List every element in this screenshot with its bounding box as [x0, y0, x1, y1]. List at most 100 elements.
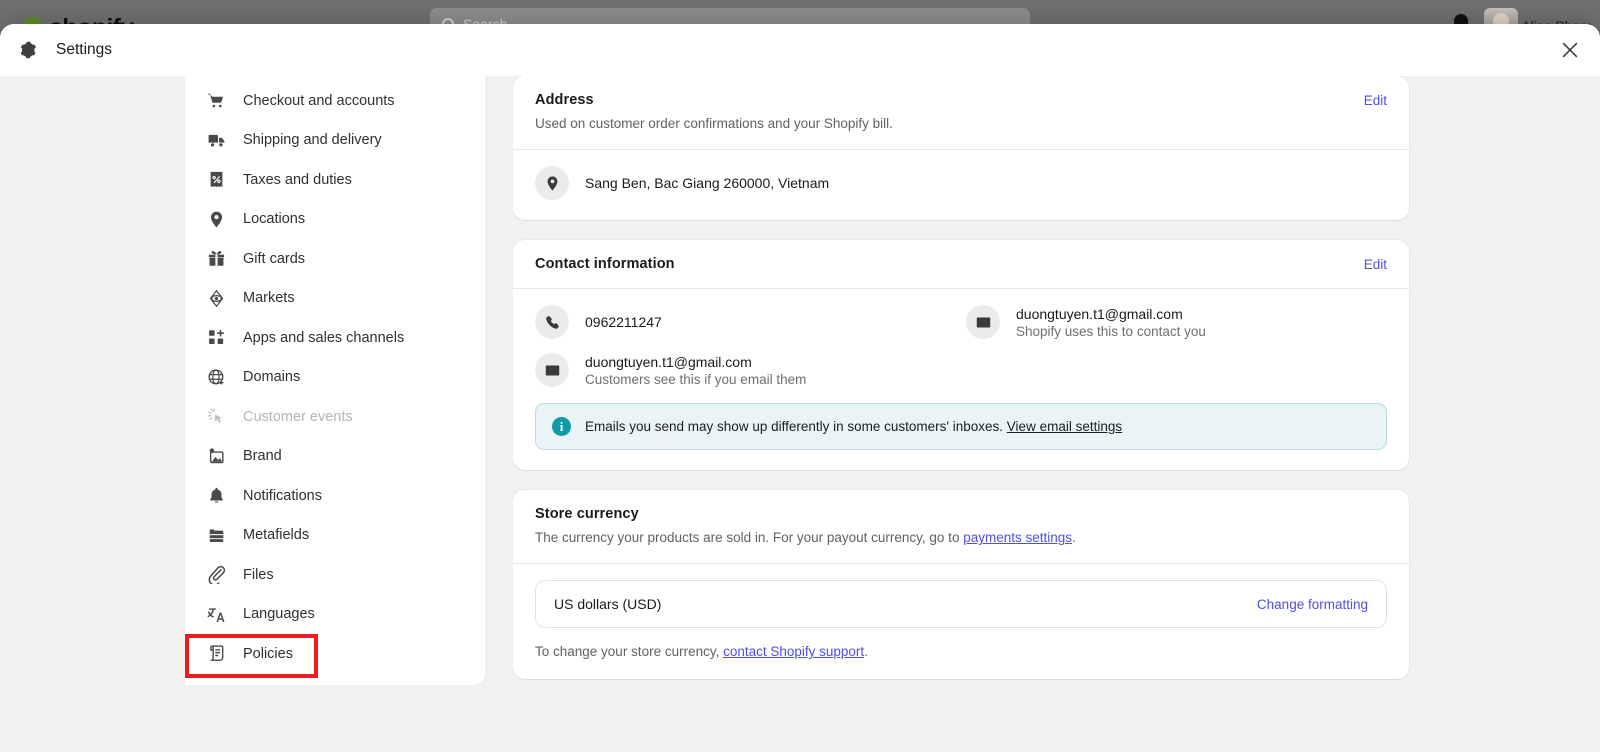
sidebar-item-metafields[interactable]: Metafields — [185, 516, 485, 556]
address-text: Sang Ben, Bac Giang 260000, Vietnam — [585, 175, 829, 191]
contact-sender-email-text: duongtuyen.t1@gmail.com Customers see th… — [585, 354, 806, 387]
currency-value: US dollars (USD) — [554, 596, 662, 613]
sidebar-item-label: Locations — [243, 211, 306, 228]
contact-grid-filler — [966, 353, 1387, 387]
sidebar-item-label: Policies — [243, 645, 293, 662]
sidebar-item-label: Gift cards — [243, 250, 306, 267]
sidebar-item-gift-cards[interactable]: Gift cards — [185, 239, 485, 279]
sidebar-item-markets[interactable]: Markets — [185, 279, 485, 319]
close-icon[interactable] — [1554, 34, 1586, 66]
address-edit-link[interactable]: Edit — [1364, 93, 1387, 108]
contact-shopify-support-link[interactable]: contact Shopify support — [723, 644, 864, 659]
currency-value-box: US dollars (USD) Change formatting — [535, 580, 1387, 629]
translate-icon — [206, 604, 226, 624]
sidebar-item-label: Taxes and duties — [243, 171, 352, 188]
sidebar-item-label: Languages — [243, 606, 315, 623]
phone-icon — [535, 305, 569, 340]
envelope-icon — [966, 305, 1000, 340]
info-icon: i — [552, 417, 571, 437]
currency-card-body: US dollars (USD) Change formatting To ch… — [513, 564, 1409, 679]
sidebar-item-shipping-and-delivery[interactable]: Shipping and delivery — [185, 121, 485, 161]
shopping-cart-icon — [206, 91, 226, 111]
tax-receipt-icon — [206, 170, 226, 190]
contact-row-phone: 0962211247 — [535, 305, 956, 340]
contact-card-body: 0962211247 duongtuyen.t1@gmail.com Shopi… — [513, 289, 1409, 470]
address-value: Sang Ben, Bac Giang 260000, Vietnam — [585, 175, 830, 192]
settings-modal: Settings Checkout and accounts Shipping a… — [0, 24, 1600, 752]
sidebar-item-label: Apps and sales channels — [243, 329, 405, 346]
sidebar-item-taxes-and-duties[interactable]: Taxes and duties — [185, 160, 485, 200]
settings-sidebar: Checkout and accounts Shipping and delive… — [185, 76, 485, 685]
contact-entries: 0962211247 duongtuyen.t1@gmail.com Shopi… — [535, 305, 1387, 388]
sidebar-item-label: Notifications — [243, 487, 322, 504]
globe-target-icon — [206, 288, 226, 308]
banner-text: Emails you send may show up differently … — [585, 419, 1122, 434]
sidebar-item-customer-events: Customer events — [185, 397, 485, 437]
contact-row-sender-email: duongtuyen.t1@gmail.com Customers see th… — [535, 353, 956, 388]
image-brand-icon — [206, 446, 226, 466]
envelope-icon — [535, 353, 569, 388]
apps-grid-plus-icon — [206, 328, 226, 348]
address-card: Address Used on customer order confirmat… — [513, 76, 1409, 221]
contact-edit-link[interactable]: Edit — [1364, 257, 1387, 272]
sidebar-item-checkout-and-accounts[interactable]: Checkout and accounts — [185, 81, 485, 121]
sidebar-item-label: Checkout and accounts — [243, 92, 395, 109]
modal-header: Settings — [0, 24, 1600, 76]
view-email-settings-link[interactable]: View email settings — [1007, 419, 1122, 434]
sidebar-item-label: Files — [243, 566, 274, 583]
contact-account-email-value: duongtuyen.t1@gmail.com — [1016, 305, 1183, 322]
sidebar-item-label: Customer events — [243, 408, 353, 425]
sidebar-item-notifications[interactable]: Notifications — [185, 476, 485, 516]
sidebar-item-files[interactable]: Files — [185, 555, 485, 595]
scroll-document-icon — [206, 644, 226, 664]
sidebar-item-label: Markets — [243, 290, 295, 307]
email-deliverability-banner: i Emails you send may show up differentl… — [535, 403, 1387, 451]
currency-note-after: . — [864, 644, 868, 660]
modal-body: Checkout and accounts Shipping and delive… — [0, 76, 1600, 752]
sidebar-item-label: Brand — [243, 448, 282, 465]
change-formatting-link[interactable]: Change formatting — [1257, 597, 1368, 612]
sidebar-item-apps-and-sales-channels[interactable]: Apps and sales channels — [185, 318, 485, 358]
sidebar-item-languages[interactable]: Languages — [185, 595, 485, 635]
contact-sender-email-value: duongtuyen.t1@gmail.com — [585, 353, 752, 370]
sidebar-item-label: Metafields — [243, 527, 310, 544]
location-pin-icon — [206, 209, 226, 229]
banner-message: Emails you send may show up differently … — [585, 419, 1004, 435]
contact-account-email-text: duongtuyen.t1@gmail.com Shopify uses thi… — [1016, 306, 1206, 339]
address-row: Sang Ben, Bac Giang 260000, Vietnam — [535, 166, 1387, 201]
currency-subtitle-before: The currency your products are sold in. … — [535, 530, 964, 546]
bell-icon — [206, 486, 226, 506]
currency-card-title: Store currency — [535, 506, 639, 523]
contact-phone-text: 0962211247 — [585, 314, 662, 330]
currency-support-note: To change your store currency, contact S… — [535, 644, 1387, 659]
address-card-title: Address — [535, 92, 594, 108]
sidebar-item-locations[interactable]: Locations — [185, 200, 485, 240]
contact-information-card: Contact information Edit 0962211247 duon… — [513, 240, 1409, 471]
address-card-body: Sang Ben, Bac Giang 260000, Vietnam — [513, 150, 1409, 220]
address-card-subtitle: Used on customer order confirmations and… — [535, 116, 893, 131]
currency-card-subtitle: The currency your products are sold in. … — [535, 529, 1387, 547]
delivery-truck-icon — [206, 130, 226, 150]
click-sparkle-icon — [206, 407, 226, 427]
globe-icon — [206, 367, 226, 387]
payments-settings-link[interactable]: payments settings — [963, 530, 1072, 545]
currency-subtitle-after: . — [1072, 530, 1076, 546]
settings-content: Address Used on customer order confirmat… — [513, 76, 1438, 752]
currency-note-before: To change your store currency, — [535, 644, 724, 660]
store-currency-card: Store currency The currency your product… — [513, 490, 1409, 680]
metafields-icon — [206, 525, 226, 545]
location-pin-icon — [535, 166, 569, 201]
paperclip-icon — [206, 565, 226, 585]
sidebar-item-policies[interactable]: Policies — [185, 634, 485, 678]
sidebar-item-domains[interactable]: Domains — [185, 358, 485, 398]
sidebar-item-brand[interactable]: Brand — [185, 437, 485, 477]
contact-card-header: Contact information Edit — [513, 240, 1409, 288]
sidebar-item-label: Shipping and delivery — [243, 132, 382, 149]
sidebar-item-label: Domains — [243, 369, 301, 386]
address-card-header: Address Used on customer order confirmat… — [513, 76, 1409, 149]
contact-card-title: Contact information — [535, 256, 675, 273]
gear-icon — [14, 37, 40, 63]
contact-sender-email-note: Customers see this if you email them — [585, 371, 807, 387]
